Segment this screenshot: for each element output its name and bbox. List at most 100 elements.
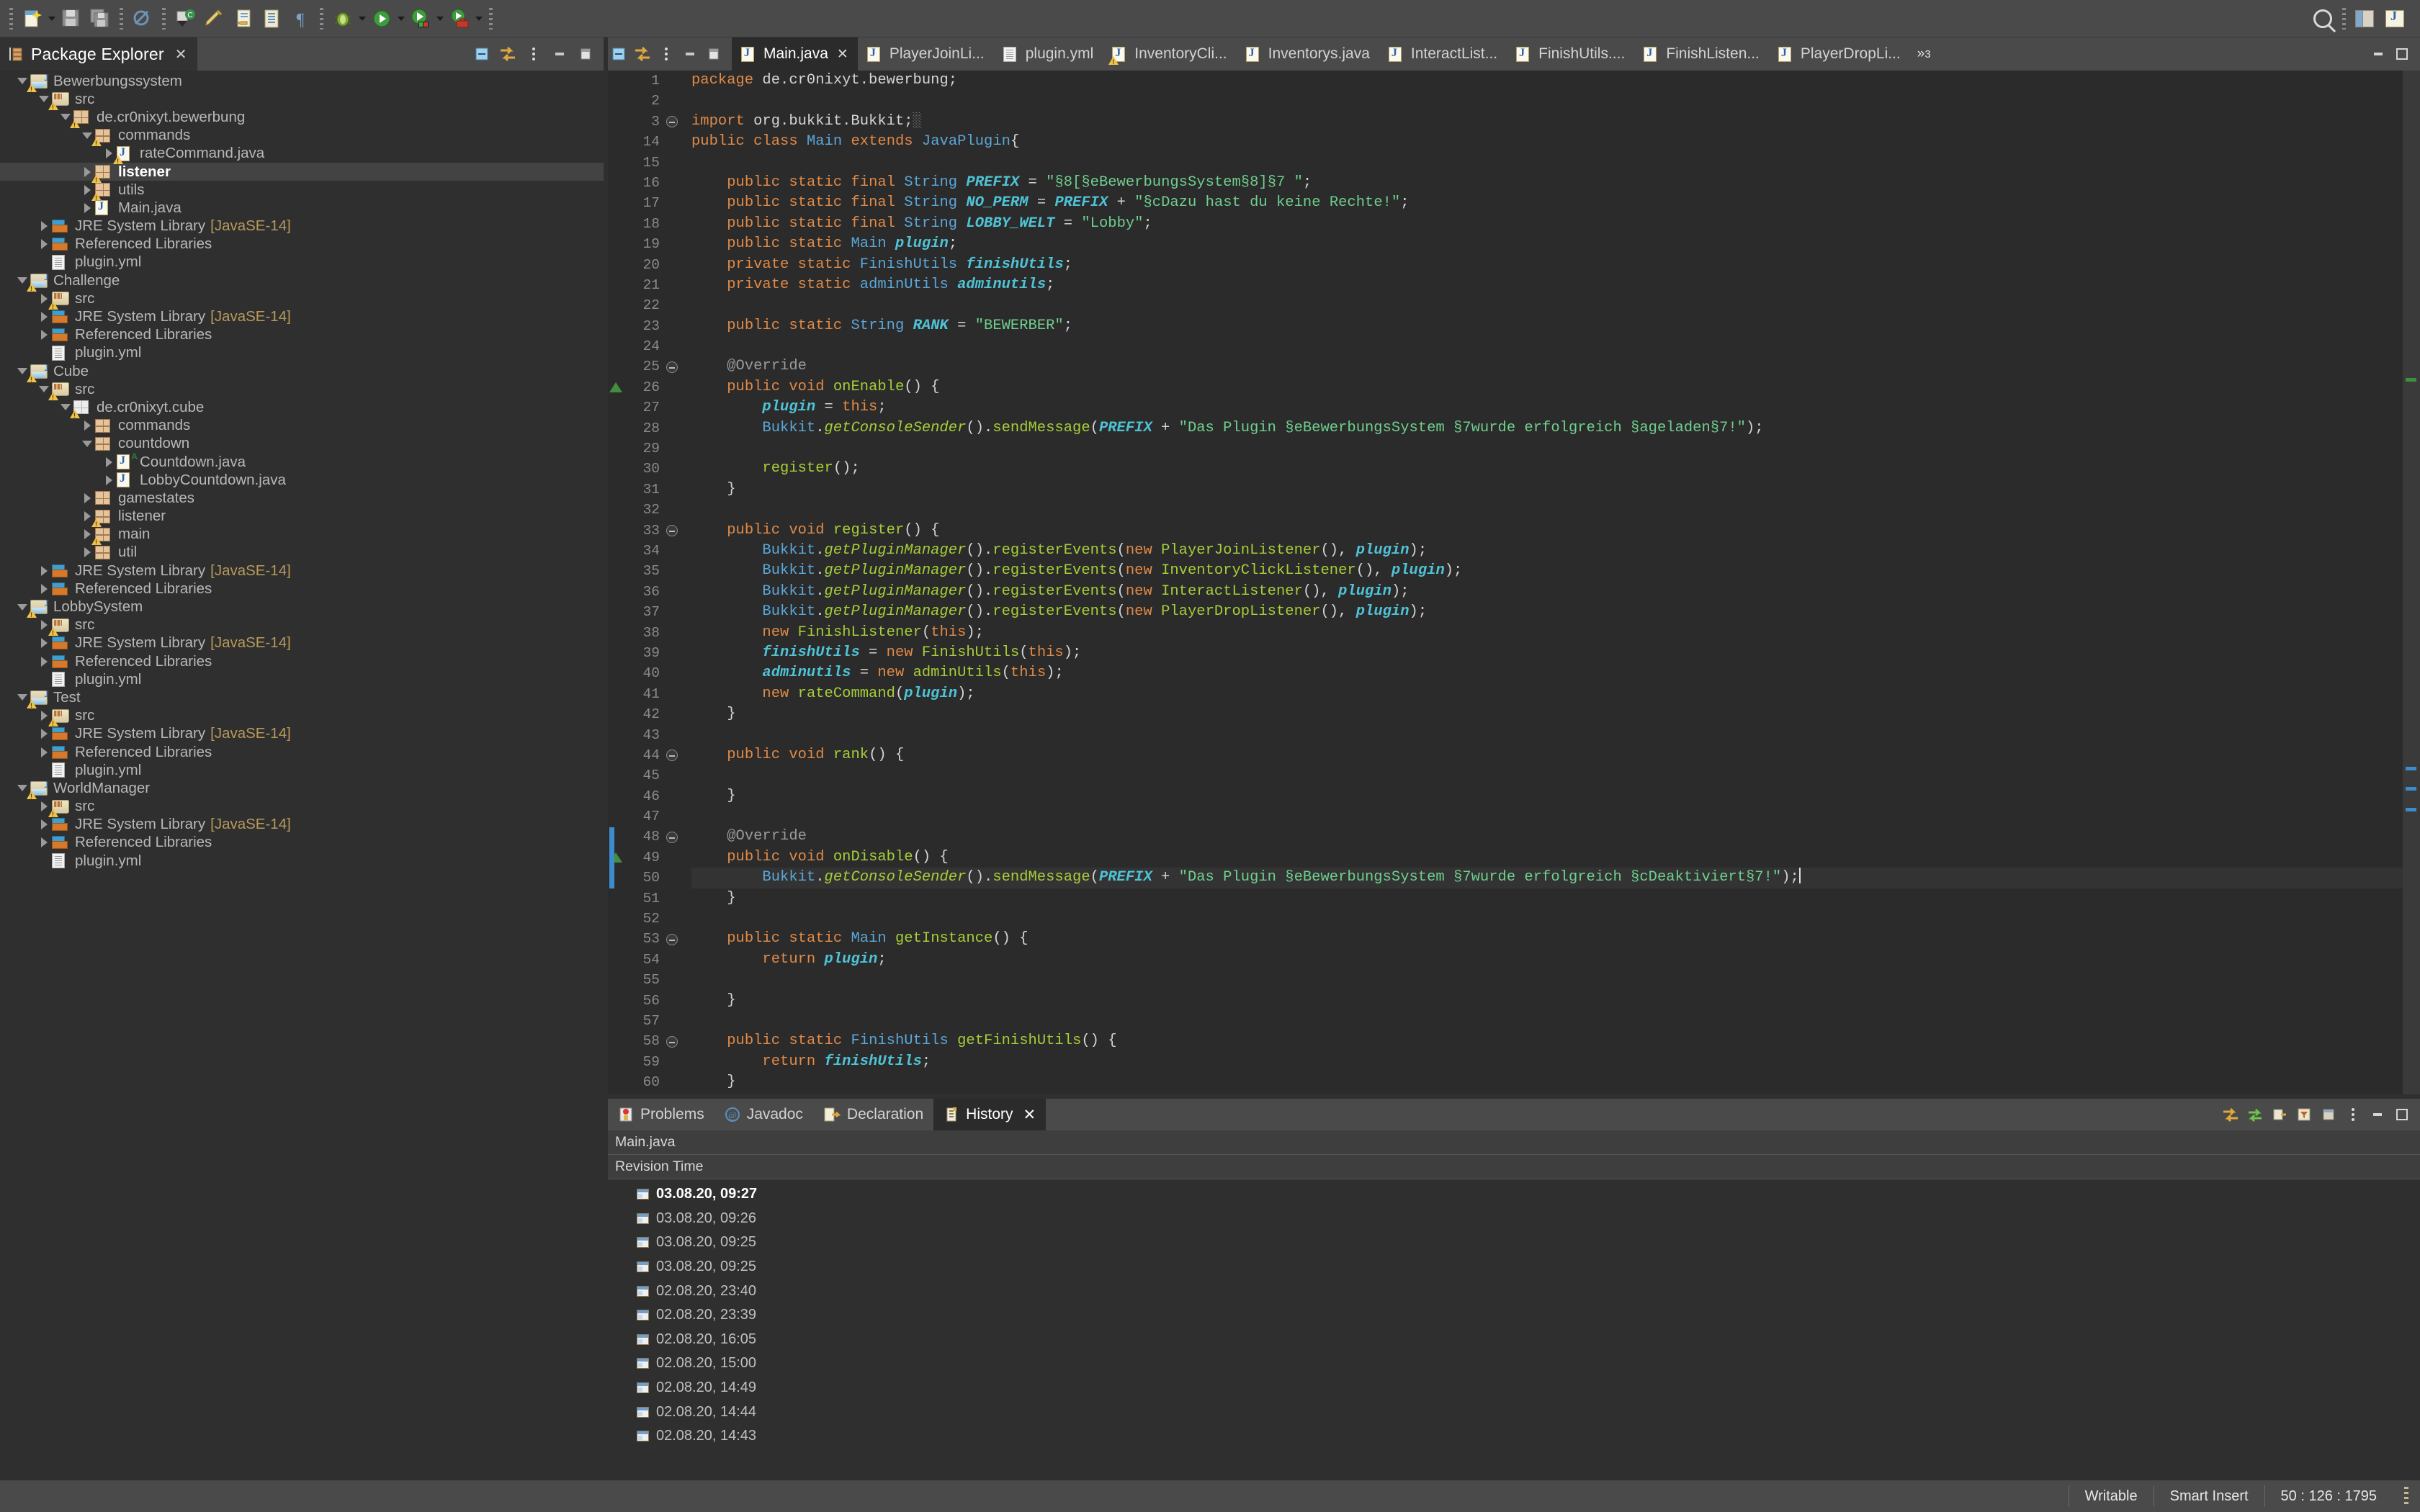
tree-item-referenced-libraries[interactable]: Referenced Libraries — [0, 834, 604, 852]
tree-item-main[interactable]: main — [0, 526, 604, 546]
tree-item-jre-system-library[interactable]: JRE System Library [JavaSE-14] — [0, 307, 604, 325]
minimize-editor-button[interactable] — [2367, 43, 2389, 65]
code-line[interactable]: } — [691, 786, 2403, 806]
collapse-all-button[interactable] — [470, 42, 494, 66]
code-line[interactable]: new FinishListener(this); — [691, 623, 2403, 643]
new-wizard-arrow-icon[interactable] — [47, 5, 57, 32]
tree-item-countdown-java[interactable]: ACountdown.java — [0, 451, 604, 471]
link-with-editor-button[interactable] — [632, 43, 653, 65]
twisty-closed-icon[interactable] — [36, 837, 52, 848]
code-line[interactable]: adminutils = new adminUtils(this); — [691, 663, 2403, 683]
minimize-view-button[interactable] — [547, 42, 572, 66]
code-line[interactable]: public void register() { — [691, 521, 2403, 541]
run-button[interactable] — [368, 5, 395, 32]
compare-with-each-other-button[interactable] — [2220, 1104, 2241, 1125]
tree-item-countdown[interactable]: countdown — [0, 435, 604, 453]
code-line[interactable]: import org.bukkit.Bukkit;░ — [691, 112, 2403, 132]
code-line[interactable]: } — [691, 1072, 2403, 1092]
tree-item-src[interactable]: src — [0, 380, 604, 401]
tree-item-main-java[interactable]: Main.java — [0, 199, 604, 217]
code-line[interactable] — [691, 336, 2403, 356]
code-line[interactable]: } — [691, 991, 2403, 1011]
open-type-button[interactable] — [258, 5, 285, 32]
code-line[interactable] — [691, 765, 2403, 786]
tree-item-jre-system-library[interactable]: JRE System Library [JavaSE-14] — [0, 816, 604, 834]
code-line[interactable] — [691, 500, 2403, 520]
tree-item-challenge[interactable]: Challenge — [0, 271, 604, 292]
java-perspective-button[interactable] — [2381, 5, 2408, 32]
tree-item-referenced-libraries[interactable]: Referenced Libraries — [0, 743, 604, 761]
code-line[interactable]: return finishUtils; — [691, 1052, 2403, 1072]
new-wizard-dropdown[interactable] — [19, 5, 46, 32]
code-line[interactable]: return plugin; — [691, 950, 2403, 970]
twisty-closed-icon[interactable] — [36, 312, 52, 323]
package-explorer-tree[interactable]: Bewerbungssystemsrcde.cr0nixyt.bewerbung… — [0, 71, 604, 1480]
code-line[interactable]: public static Main plugin; — [691, 234, 2403, 254]
editor-tab-playerdropli[interactable]: PlayerDropLi... — [1768, 37, 1910, 71]
skip-breakpoints-button[interactable] — [129, 5, 156, 32]
view-menu-button[interactable] — [655, 43, 677, 65]
code-line[interactable]: public void rank() { — [691, 745, 2403, 765]
code-line[interactable]: private static adminUtils adminutils; — [691, 275, 2403, 295]
code-line[interactable]: public class Main extends JavaPlugin{ — [691, 132, 2403, 152]
close-icon[interactable]: ✕ — [175, 45, 187, 63]
code-line[interactable] — [691, 725, 2403, 745]
history-revision-row[interactable]: 03.08.20, 09:25 — [608, 1255, 2420, 1279]
run-coverage-button[interactable] — [407, 5, 434, 32]
close-icon[interactable]: ✕ — [1023, 1106, 1036, 1124]
close-icon[interactable]: ✕ — [837, 46, 848, 63]
tree-item-src[interactable]: src — [0, 798, 604, 818]
tree-item-listener[interactable]: listener — [0, 162, 604, 184]
history-revision-row[interactable]: 02.08.20, 14:44 — [608, 1400, 2420, 1424]
coverage-arrow-icon[interactable] — [435, 5, 445, 32]
tree-item-referenced-libraries[interactable]: Referenced Libraries — [0, 580, 604, 598]
code-line[interactable] — [691, 153, 2403, 173]
tree-item-src[interactable]: src — [0, 616, 604, 636]
editor-tab-inventorycli[interactable]: InventoryCli... — [1103, 37, 1237, 71]
external-tools-arrow-icon[interactable] — [474, 5, 484, 32]
code-line[interactable]: Bukkit.getPluginManager().registerEvents… — [691, 602, 2403, 622]
view-menu-button[interactable] — [521, 42, 546, 66]
tree-item-lobbysystem[interactable]: LobbySystem — [0, 598, 604, 618]
code-line[interactable]: } — [691, 888, 2403, 909]
code-line[interactable] — [691, 91, 2403, 111]
fold-toggle-icon[interactable] — [666, 361, 678, 373]
tab-package-explorer[interactable]: Package Explorer ✕ — [0, 37, 197, 71]
code-line[interactable]: public static String RANK = "BEWERBER"; — [691, 316, 2403, 336]
code-line[interactable]: public static final String NO_PERM = PRE… — [691, 193, 2403, 213]
twisty-open-icon[interactable] — [79, 440, 95, 447]
tree-item-referenced-libraries[interactable]: Referenced Libraries — [0, 326, 604, 344]
code-line[interactable]: @Override — [691, 827, 2403, 847]
tree-item-lobbycountdown-java[interactable]: LobbyCountdown.java — [0, 471, 604, 489]
status-grip[interactable] — [2404, 1487, 2408, 1506]
save-all-button[interactable] — [86, 5, 114, 32]
editor-tab-interactlist[interactable]: InteractList... — [1379, 37, 1507, 71]
code-line[interactable] — [691, 1011, 2403, 1031]
twisty-closed-icon[interactable] — [36, 729, 52, 739]
code-line[interactable]: @Override — [691, 356, 2403, 377]
tree-item-bewerbungssystem[interactable]: Bewerbungssystem — [0, 72, 604, 93]
tree-item-plugin-yml[interactable]: plugin.yml — [0, 670, 604, 688]
search-button[interactable] — [2309, 5, 2336, 32]
tree-item-gamestates[interactable]: gamestates — [0, 489, 604, 507]
debug-arrow-icon[interactable] — [357, 5, 367, 32]
history-revision-row[interactable]: 02.08.20, 23:39 — [608, 1303, 2420, 1328]
tree-item-commands[interactable]: commands — [0, 417, 604, 435]
history-revision-list[interactable]: 03.08.20, 09:27 03.08.20, 09:26 03.08.20, … — [608, 1179, 2420, 1480]
tree-item-jre-system-library[interactable]: JRE System Library [JavaSE-14] — [0, 634, 604, 652]
tree-item-de-cr0nixyt-cube[interactable]: de.cr0nixyt.cube — [0, 398, 604, 419]
overview-ruler-marker[interactable] — [2406, 377, 2416, 382]
fold-toggle-icon[interactable] — [666, 115, 678, 127]
twisty-closed-icon[interactable] — [101, 474, 117, 485]
fold-toggle-icon[interactable] — [666, 831, 678, 843]
code-line[interactable] — [691, 909, 2403, 929]
code-line[interactable]: plugin = this; — [691, 397, 2403, 418]
twisty-closed-icon[interactable] — [36, 583, 52, 594]
twisty-closed-icon[interactable] — [79, 420, 95, 431]
editor-tab-playerjoinli[interactable]: PlayerJoinLi... — [857, 37, 994, 71]
history-revision-row[interactable]: 02.08.20, 14:43 — [608, 1424, 2420, 1449]
history-revision-row[interactable]: 02.08.20, 23:40 — [608, 1279, 2420, 1303]
open-perspective-button[interactable] — [2351, 5, 2378, 32]
link-with-editor-button[interactable] — [496, 42, 520, 66]
code-line[interactable]: public static final String PREFIX = "§8[… — [691, 173, 2403, 193]
